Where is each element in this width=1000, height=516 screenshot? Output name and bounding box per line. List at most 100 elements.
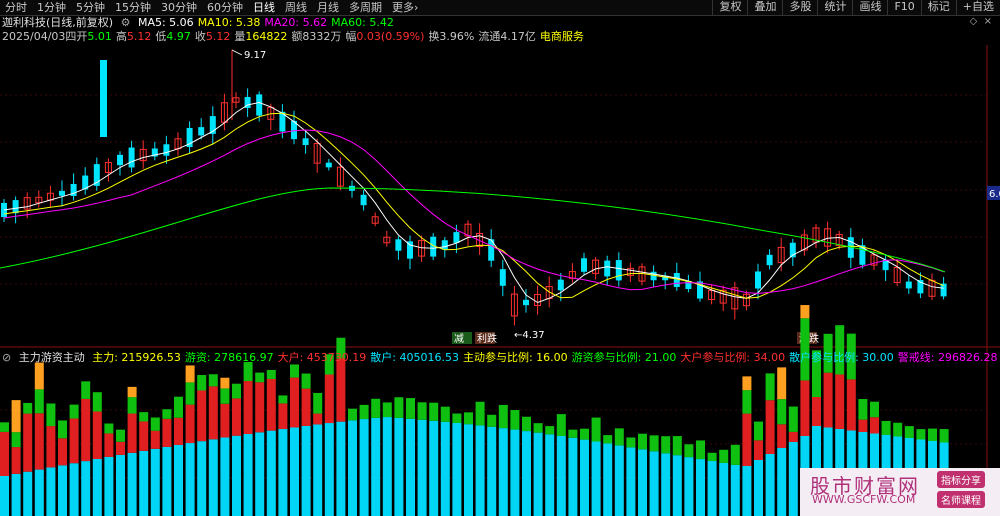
hot-money-bar bbox=[313, 392, 323, 414]
hot-money-bar bbox=[591, 417, 601, 442]
hot-money-bar bbox=[904, 426, 914, 438]
large-holder-bar bbox=[34, 413, 44, 470]
large-holder-bar bbox=[266, 378, 276, 431]
large-holder-bar bbox=[46, 426, 56, 468]
large-holder-bar bbox=[92, 411, 102, 460]
hot-money-bar bbox=[417, 402, 427, 420]
ma60-line bbox=[0, 187, 946, 273]
retail-bar bbox=[464, 424, 473, 516]
high-mark: 9.17 bbox=[244, 50, 266, 61]
retail-bar bbox=[556, 436, 566, 516]
retail-bar bbox=[638, 449, 647, 516]
low-mark: ←4.37 bbox=[514, 330, 545, 341]
large-holder-bar bbox=[139, 421, 149, 451]
large-holder-bar bbox=[174, 417, 183, 445]
retail-bar bbox=[313, 424, 323, 516]
main-force-bar bbox=[742, 376, 752, 391]
large-holder-bar bbox=[127, 413, 137, 453]
retail-bar bbox=[301, 425, 311, 516]
large-holder-bar bbox=[162, 418, 172, 447]
hot-money-bar bbox=[197, 375, 207, 391]
kline-chart[interactable]: 6.09.17←4.37减利跌涨跌 bbox=[0, 0, 1000, 516]
indicator-value: 游资参与比例: 21.00 bbox=[571, 351, 677, 364]
hot-money-bar bbox=[522, 416, 531, 432]
large-holder-bar bbox=[765, 400, 775, 454]
hot-money-bar bbox=[580, 428, 589, 440]
large-holder-bar bbox=[324, 374, 334, 424]
large-holder-bar bbox=[104, 433, 114, 457]
candle-body bbox=[59, 190, 65, 196]
large-holder-bar bbox=[313, 413, 323, 425]
hot-money-bar bbox=[255, 372, 265, 383]
hot-money-bar bbox=[58, 420, 67, 439]
candle-body bbox=[198, 127, 205, 136]
candle-body bbox=[523, 299, 529, 306]
retail-bar bbox=[533, 432, 543, 516]
retail-bar bbox=[730, 464, 740, 516]
indicator-value: 散户: 405016.53 bbox=[370, 351, 459, 364]
retail-bar bbox=[452, 422, 462, 516]
hot-money-bar bbox=[464, 412, 473, 425]
badge-indicators[interactable]: 指标分享 bbox=[937, 471, 985, 488]
hot-money-bar bbox=[46, 403, 56, 427]
retail-bar bbox=[174, 444, 183, 516]
indicator-name[interactable]: 主力游资主动 bbox=[19, 351, 85, 364]
retail-bar bbox=[139, 450, 149, 516]
hot-money-bar bbox=[81, 381, 91, 399]
hot-money-bar bbox=[475, 401, 485, 426]
retail-bar bbox=[719, 462, 729, 516]
hot-money-bar bbox=[800, 318, 810, 381]
candle-body bbox=[117, 154, 123, 166]
retail-bar bbox=[765, 454, 775, 516]
retail-bar bbox=[406, 418, 415, 516]
retail-bar bbox=[649, 451, 659, 516]
retail-bar bbox=[661, 453, 671, 516]
retail-bar bbox=[127, 452, 137, 516]
ma5-line bbox=[3, 101, 944, 304]
retail-bar bbox=[696, 459, 705, 516]
large-holder-bar bbox=[777, 424, 787, 448]
retail-bar bbox=[603, 443, 613, 516]
badge-courses[interactable]: 名师课程 bbox=[937, 491, 985, 508]
retail-bar bbox=[371, 417, 381, 516]
candle-body bbox=[441, 240, 448, 250]
retail-bar bbox=[255, 432, 265, 516]
hot-money-bar bbox=[870, 401, 879, 418]
hot-money-bar bbox=[452, 413, 462, 423]
indicator-value: 大户参与比例: 34.00 bbox=[680, 351, 786, 364]
large-holder-bar bbox=[835, 374, 845, 429]
retail-bar bbox=[104, 456, 114, 516]
hot-money-bar bbox=[707, 452, 717, 462]
retail-bar bbox=[232, 435, 241, 516]
hot-money-bar bbox=[696, 440, 705, 460]
hot-money-bar bbox=[858, 399, 868, 420]
hot-money-bar bbox=[429, 402, 439, 421]
hot-money-bar bbox=[603, 435, 613, 444]
indicator-close-icon[interactable]: ⊘ bbox=[2, 351, 11, 364]
retail-bar bbox=[568, 437, 578, 516]
large-holder-bar bbox=[220, 403, 230, 438]
indicator-header: ⊘ 主力游资主动 主力: 215926.53 游资: 278616.97 大户: 4… bbox=[2, 351, 1000, 365]
large-holder-bar bbox=[208, 386, 218, 440]
large-holder-bar bbox=[812, 397, 821, 426]
candle-body bbox=[302, 138, 309, 146]
retail-bar bbox=[290, 427, 299, 516]
hot-money-bar bbox=[765, 373, 775, 401]
hot-money-bar bbox=[638, 433, 647, 450]
hot-money-bar bbox=[614, 428, 624, 446]
retail-bar bbox=[185, 443, 195, 516]
large-holder-bar bbox=[116, 441, 125, 455]
hot-money-bar bbox=[290, 364, 299, 378]
signal-label: 利跌 bbox=[477, 332, 497, 345]
candle-body bbox=[325, 162, 332, 168]
retail-bar bbox=[417, 419, 427, 516]
signal-label: 减 bbox=[454, 333, 464, 345]
main-force-bar bbox=[800, 305, 810, 319]
hot-money-bar bbox=[162, 409, 172, 419]
retail-bar bbox=[92, 459, 102, 516]
hot-money-bar bbox=[116, 429, 125, 442]
hot-money-bar bbox=[185, 382, 195, 405]
retail-bar bbox=[626, 447, 636, 516]
hot-money-bar bbox=[34, 389, 44, 414]
retail-bar bbox=[243, 433, 253, 516]
